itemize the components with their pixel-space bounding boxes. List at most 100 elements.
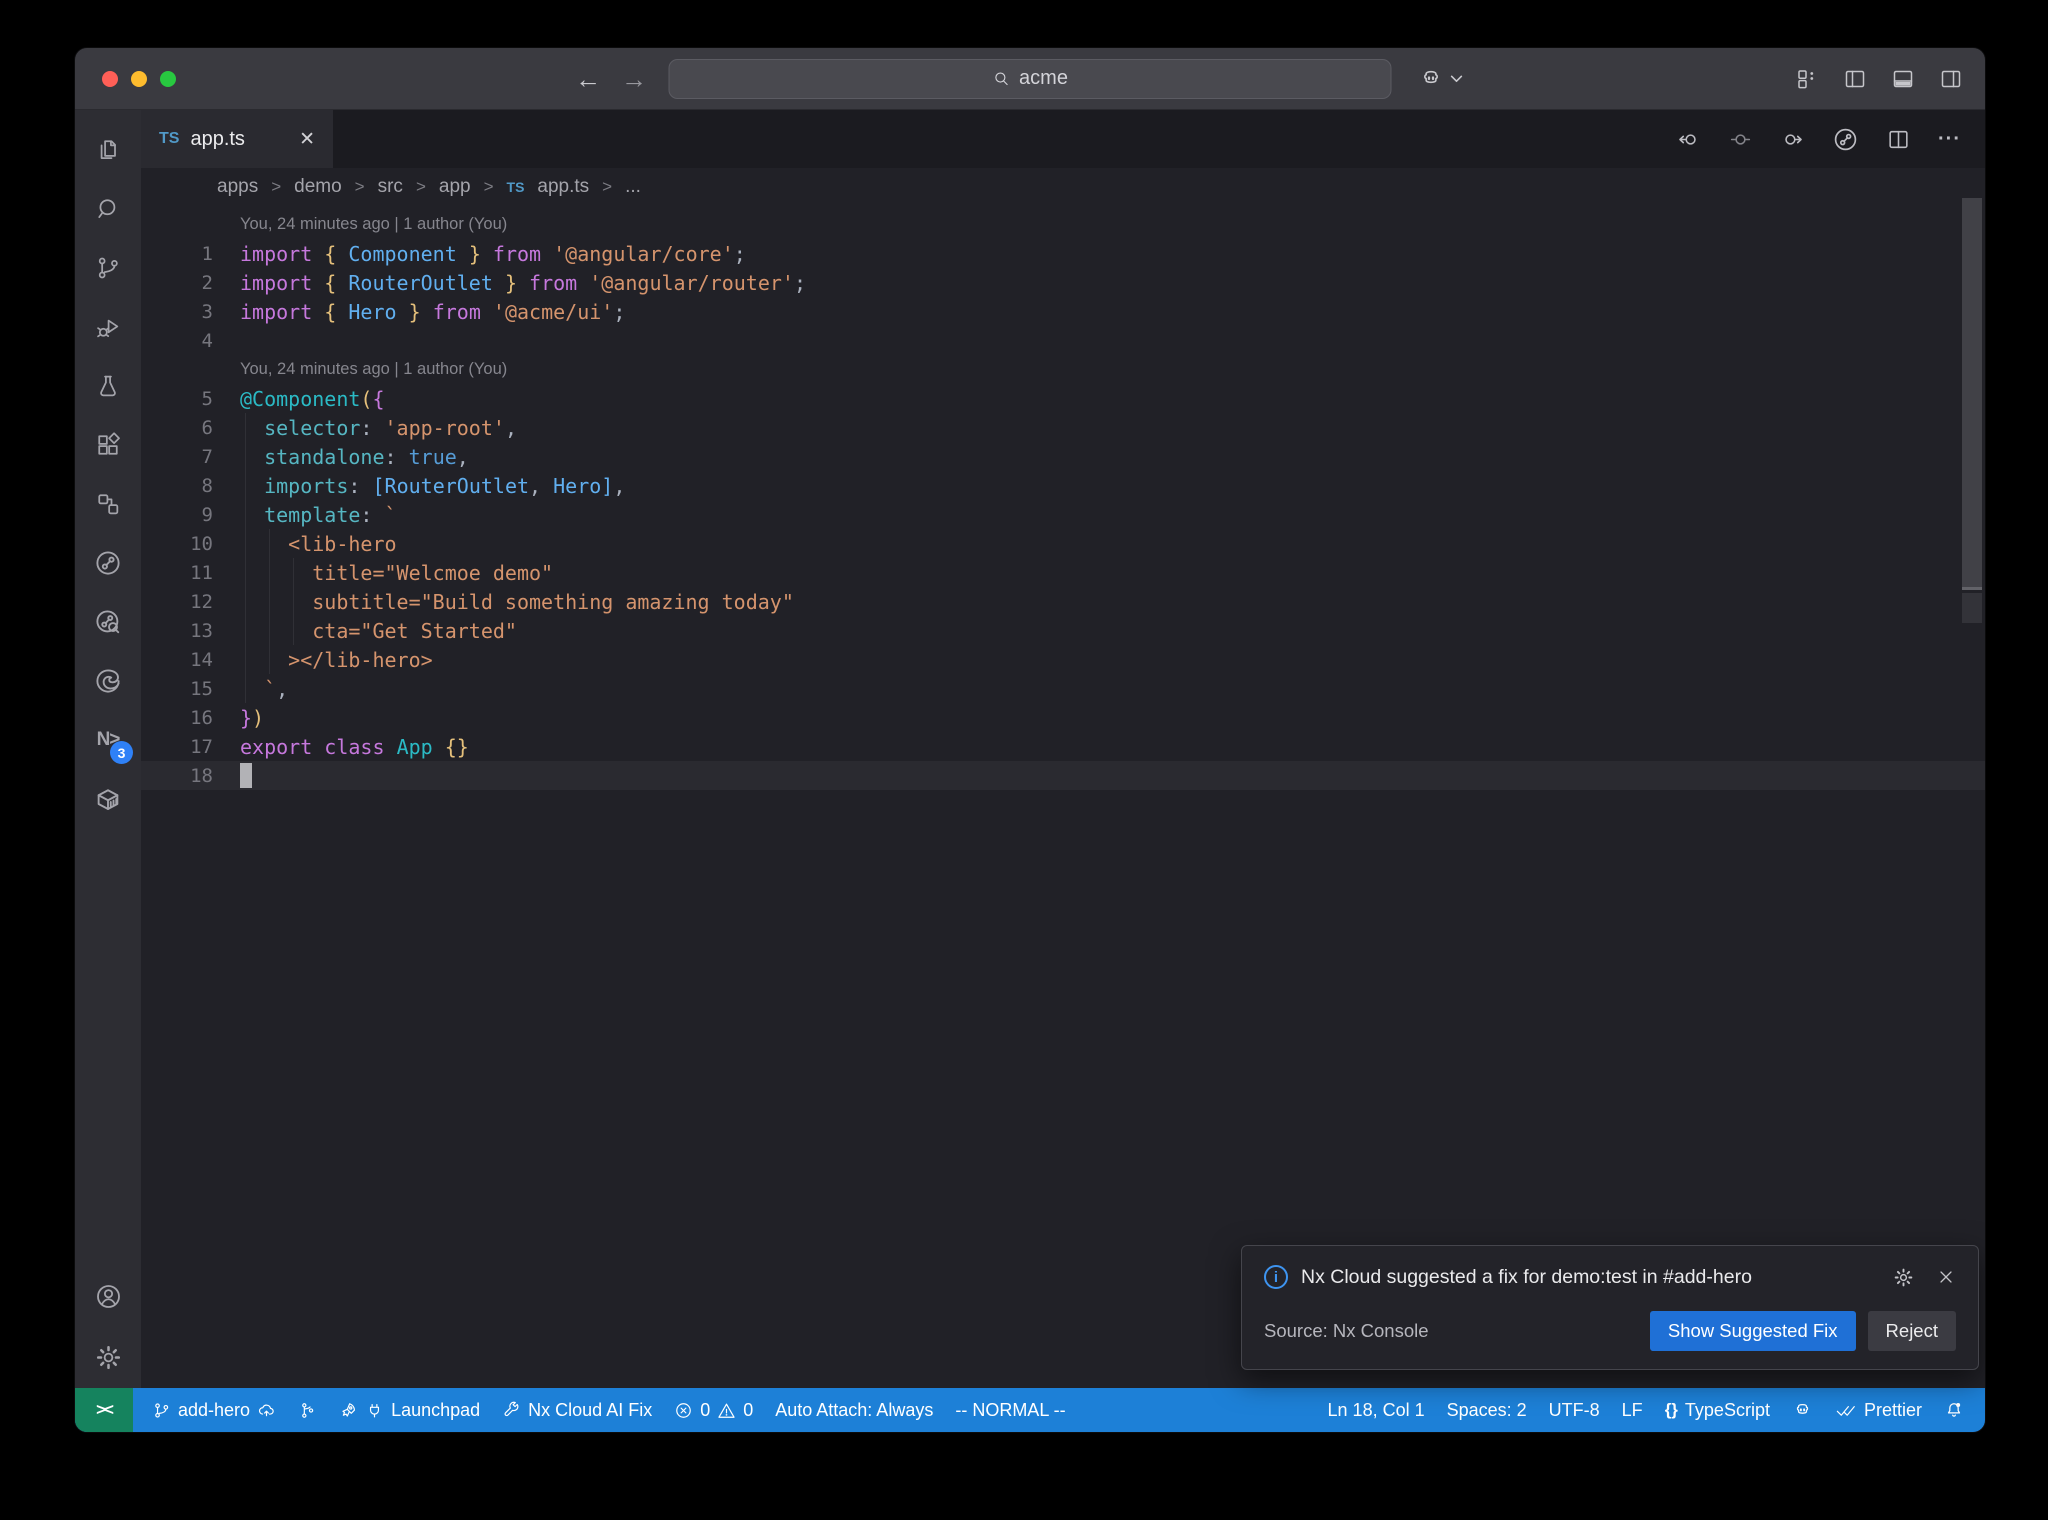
line-number: 10 xyxy=(190,532,213,555)
source-control-icon[interactable] xyxy=(75,238,141,297)
navigate-forward-icon[interactable]: → xyxy=(621,66,647,92)
prettier-item[interactable]: Prettier xyxy=(1824,1400,1933,1421)
close-window-button[interactable] xyxy=(102,70,118,87)
search-icon xyxy=(994,71,1008,85)
code-line[interactable]: 1 import { Component } from '@angular/cor… xyxy=(141,239,1985,268)
chevron-down-icon xyxy=(1450,75,1463,83)
notification-settings-gear-icon[interactable] xyxy=(1892,1266,1915,1289)
breadcrumb-item[interactable]: apps xyxy=(217,176,258,198)
run-debug-icon[interactable] xyxy=(75,297,141,356)
line-number: 1 xyxy=(201,242,213,265)
breadcrumb-item[interactable]: demo xyxy=(294,176,342,198)
tab-close-icon[interactable]: ✕ xyxy=(299,128,315,151)
code-line[interactable]: 17 export class App {} xyxy=(141,732,1985,761)
show-suggested-fix-button[interactable]: Show Suggested Fix xyxy=(1649,1311,1856,1351)
code-line[interactable]: 9 template: ` xyxy=(141,500,1985,529)
copilot-status-item[interactable] xyxy=(1781,1400,1824,1421)
rocket-icon xyxy=(342,1402,356,1417)
toggle-primary-sidebar-icon[interactable] xyxy=(1843,67,1867,91)
current-change-icon[interactable] xyxy=(1728,127,1753,152)
code-line[interactable]: 11 title="Welcmoe demo" xyxy=(141,558,1985,587)
code-line[interactable]: 5 @Component({ xyxy=(141,384,1985,413)
error-count: 0 xyxy=(700,1399,711,1420)
code-editor[interactable]: You, 24 minutes ago | 1 author (You) 1 imp… xyxy=(141,206,1985,1388)
line-number: 3 xyxy=(201,300,213,323)
maximize-window-button[interactable] xyxy=(160,70,176,87)
more-actions-icon[interactable]: ··· xyxy=(1938,128,1961,151)
code-line[interactable]: 15 `, xyxy=(141,674,1985,703)
eol-item[interactable]: LF xyxy=(1611,1400,1654,1421)
breadcrumb-item[interactable]: src xyxy=(378,176,403,198)
code-line[interactable]: 6 selector: 'app-root', xyxy=(141,413,1985,442)
code-text: <lib-hero xyxy=(240,531,397,556)
code-line[interactable]: 12 subtitle="Build something amazing tod… xyxy=(141,587,1985,616)
testing-icon[interactable] xyxy=(75,356,141,415)
toggle-secondary-sidebar-icon[interactable] xyxy=(1939,67,1963,91)
code-line[interactable]: 3 import { Hero } from '@acme/ui'; xyxy=(141,297,1985,326)
code-line[interactable]: 18 xyxy=(141,761,1985,790)
minimize-window-button[interactable] xyxy=(131,70,147,87)
launchpad-item[interactable]: Launchpad xyxy=(328,1400,491,1421)
code-line[interactable]: 13 cta="Get Started" xyxy=(141,616,1985,645)
language-mode-item[interactable]: {} TypeScript xyxy=(1654,1400,1781,1421)
editor-scrollbar[interactable] xyxy=(1962,198,1982,590)
git-graph-icon[interactable] xyxy=(1832,126,1859,153)
remote-indicator[interactable]: >< xyxy=(75,1388,133,1432)
toggle-panel-icon[interactable] xyxy=(1891,67,1915,91)
customize-layout-icon[interactable] xyxy=(1795,67,1819,91)
code-line[interactable]: 2 import { RouterOutlet } from '@angular/… xyxy=(141,268,1985,297)
braces-icon: {} xyxy=(1664,1400,1678,1419)
next-change-icon[interactable] xyxy=(1780,127,1805,152)
explorer-icon[interactable] xyxy=(75,120,141,179)
breadcrumb-item[interactable]: app.ts xyxy=(537,176,589,198)
edge-browser-icon[interactable] xyxy=(75,651,141,710)
nx-badge: 3 xyxy=(110,741,133,764)
encoding-item[interactable]: UTF-8 xyxy=(1538,1400,1611,1421)
problems-item[interactable]: 0 0 xyxy=(663,1400,764,1421)
code-text: template: ` xyxy=(264,502,397,527)
search-value: acme xyxy=(1019,67,1068,89)
auto-attach-item[interactable]: Auto Attach: Always xyxy=(764,1400,944,1421)
settings-gear-icon[interactable] xyxy=(75,1326,141,1388)
code-line[interactable]: 10 <lib-hero xyxy=(141,529,1985,558)
copilot-menu[interactable] xyxy=(1418,66,1463,92)
plug-icon xyxy=(370,1403,380,1417)
close-notification-icon[interactable] xyxy=(1936,1267,1956,1287)
breadcrumb-item[interactable]: app xyxy=(439,176,471,198)
nx-cloud-ai-fix-item[interactable]: Nx Cloud AI Fix xyxy=(491,1400,663,1421)
containers-icon[interactable] xyxy=(75,769,141,828)
gitlens-search-icon[interactable] xyxy=(75,592,141,651)
account-icon[interactable] xyxy=(75,1267,141,1326)
line-number: 16 xyxy=(190,706,213,729)
breadcrumb-item[interactable]: ... xyxy=(625,176,641,198)
vim-mode-item[interactable]: -- NORMAL -- xyxy=(944,1400,1076,1421)
code-line[interactable]: 14 ></lib-hero> xyxy=(141,645,1985,674)
notifications-bell-item[interactable] xyxy=(1933,1400,1975,1420)
indent-guide xyxy=(269,529,270,674)
previous-change-icon[interactable] xyxy=(1676,127,1701,152)
cursor-position-item[interactable]: Ln 18, Col 1 xyxy=(1317,1400,1436,1421)
navigate-back-icon[interactable]: ← xyxy=(575,66,601,92)
search-view-icon[interactable] xyxy=(75,179,141,238)
project-hierarchy-icon[interactable] xyxy=(75,474,141,533)
git-graph-view-icon[interactable] xyxy=(75,533,141,592)
reject-button[interactable]: Reject xyxy=(1867,1311,1956,1351)
git-graph-status-item[interactable] xyxy=(287,1401,328,1420)
code-text: `, xyxy=(240,676,289,701)
code-line[interactable]: 16}) xyxy=(141,703,1985,732)
bell-dot-icon xyxy=(1947,1403,1961,1417)
code-line[interactable]: 4 xyxy=(141,326,1985,355)
code-line[interactable]: 8 imports: [RouterOutlet, Hero], xyxy=(141,471,1985,500)
indentation-item[interactable]: Spaces: 2 xyxy=(1436,1400,1538,1421)
extensions-icon[interactable] xyxy=(75,415,141,474)
code-text: standalone: true, xyxy=(264,444,469,469)
command-center-search[interactable]: acme xyxy=(668,58,1392,99)
line-number: 9 xyxy=(201,503,213,526)
git-branch-item[interactable]: add-hero xyxy=(141,1400,287,1421)
split-editor-icon[interactable] xyxy=(1886,127,1911,152)
git-graph-icon xyxy=(302,1402,314,1418)
code-line[interactable]: 7 standalone: true, xyxy=(141,442,1985,471)
vscode-window: ← → acme N> 3 TS app.ts ✕ ··· apps > dem… xyxy=(75,48,1985,1432)
tab-app-ts[interactable]: TS app.ts ✕ xyxy=(141,110,333,168)
nx-console-icon[interactable]: N> 3 xyxy=(75,710,141,769)
